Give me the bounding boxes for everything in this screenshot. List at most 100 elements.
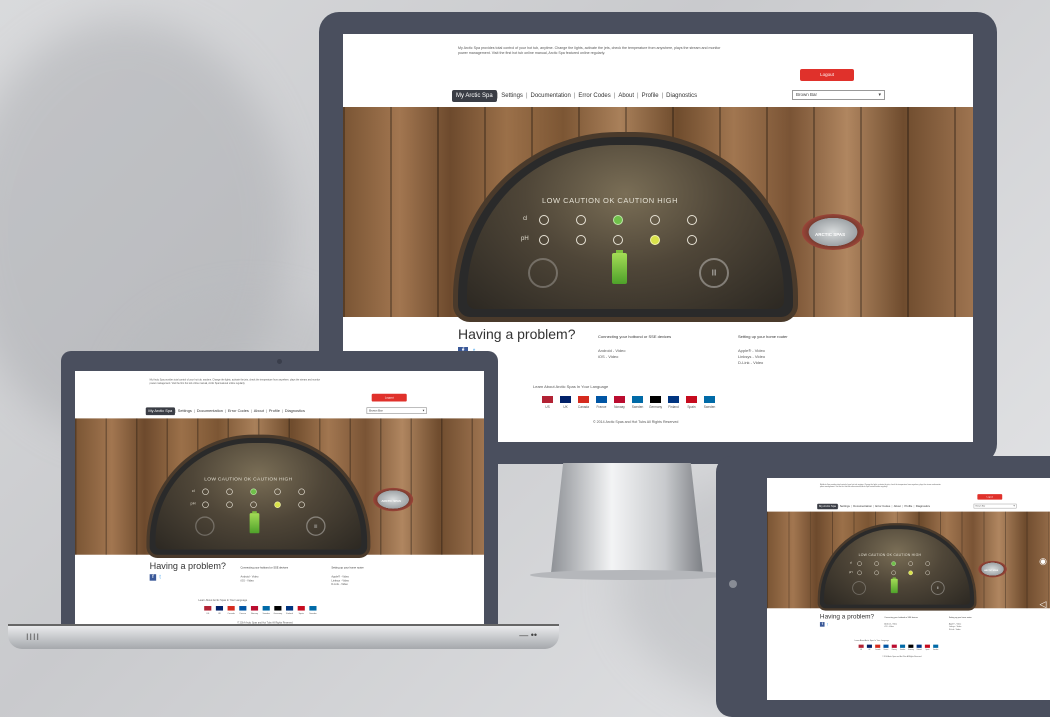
- language-flag[interactable]: France: [883, 644, 889, 651]
- help-link[interactable]: iOS - Video: [884, 625, 918, 628]
- temperature-gauge-icon[interactable]: [195, 516, 215, 536]
- nav-tab[interactable]: About: [252, 409, 266, 413]
- nav-tab[interactable]: Documentation: [195, 409, 225, 413]
- intro-text: My Arctic Spa provides total control of …: [149, 378, 321, 385]
- jets-gauge-icon[interactable]: |||: [306, 516, 326, 536]
- flag-icon: [924, 644, 930, 648]
- nav-tab[interactable]: Diagnostics: [283, 409, 307, 413]
- nav-tab[interactable]: Documentation: [528, 93, 574, 99]
- spa-select[interactable]: Brown Bar ▾: [366, 407, 427, 414]
- row-label-cl: cl: [191, 489, 195, 494]
- nav-tab[interactable]: My Arctic Spa: [817, 503, 838, 510]
- flag-label: US: [206, 611, 210, 615]
- nav-tab[interactable]: Error Codes: [226, 409, 251, 413]
- language-flag[interactable]: US: [858, 644, 864, 651]
- language-flag[interactable]: Finland: [667, 396, 680, 409]
- main-nav: My Arctic Spa | Settings | Documentation | Err…: [817, 503, 931, 510]
- language-flag[interactable]: France: [239, 606, 247, 614]
- row-label-ph: pH: [521, 236, 529, 242]
- twitter-icon[interactable]: t: [827, 622, 832, 627]
- home-button[interactable]: [729, 580, 737, 588]
- nav-tab[interactable]: Diagnostics: [663, 93, 700, 99]
- help-column-devices: Connecting your hotbond or SSE devices A…: [598, 334, 671, 360]
- help-link[interactable]: D-Link - Video: [331, 583, 363, 587]
- level-indicator: [650, 215, 660, 225]
- help-heading: Setting up your home router: [738, 334, 788, 339]
- language-flag[interactable]: Germany: [908, 644, 914, 651]
- language-flag[interactable]: Norway: [891, 644, 897, 651]
- language-flag[interactable]: US: [541, 396, 554, 409]
- language-flag[interactable]: Spain: [924, 644, 930, 651]
- logout-button[interactable]: Logout: [800, 69, 854, 81]
- language-flag[interactable]: Canada: [577, 396, 590, 409]
- flag-icon: [560, 396, 571, 403]
- language-flag[interactable]: Sweden: [703, 396, 716, 409]
- nav-tab[interactable]: My Arctic Spa: [452, 90, 497, 102]
- power-icon[interactable]: ◉: [1037, 540, 1049, 583]
- jets-gauge-icon[interactable]: |||: [699, 258, 729, 288]
- nav-tab[interactable]: Settings: [838, 505, 851, 508]
- language-flag[interactable]: UK: [559, 396, 572, 409]
- language-flag[interactable]: UK: [866, 644, 872, 651]
- row-label-ph: pH: [848, 570, 853, 574]
- nav-tab[interactable]: About: [615, 93, 637, 99]
- nav-tab[interactable]: Documentation: [852, 505, 873, 508]
- nav-tab[interactable]: Error Codes: [575, 93, 613, 99]
- language-flag[interactable]: Sweden: [933, 644, 939, 651]
- language-flag[interactable]: France: [595, 396, 608, 409]
- language-flag[interactable]: Finland: [285, 606, 294, 614]
- language-flag[interactable]: Sweden: [631, 396, 644, 409]
- level-indicator-active: [650, 235, 660, 245]
- language-flag[interactable]: Norway: [250, 606, 259, 614]
- language-flag[interactable]: Germany: [649, 396, 662, 409]
- nav-tab[interactable]: Settings: [176, 409, 194, 413]
- language-flag[interactable]: Canada: [875, 644, 881, 651]
- brand-text: ARCTIC SPAS: [984, 569, 999, 572]
- jets-gauge-icon[interactable]: |||: [930, 581, 945, 595]
- help-link[interactable]: iOS - Video: [598, 354, 671, 360]
- flag-label: Spain: [687, 405, 696, 409]
- nav-tab[interactable]: Settings: [498, 93, 526, 99]
- help-link[interactable]: D-Link - Video: [949, 628, 972, 631]
- monitor-stand-base: [530, 570, 730, 580]
- language-flag[interactable]: Canada: [227, 606, 235, 614]
- flag-icon: [614, 396, 625, 403]
- logout-button[interactable]: Logout: [371, 393, 407, 402]
- language-flag[interactable]: Sweden: [900, 644, 906, 651]
- level-indicator: [874, 561, 879, 566]
- temperature-gauge-icon[interactable]: [528, 258, 558, 288]
- help-link[interactable]: D-Link - Video: [738, 360, 788, 366]
- flag-icon: [858, 644, 864, 648]
- language-flag[interactable]: Spain: [297, 606, 305, 614]
- language-flag[interactable]: UK: [215, 606, 224, 614]
- temperature-gauge-icon[interactable]: [852, 581, 866, 595]
- language-flag[interactable]: Norway: [613, 396, 626, 409]
- nav-tab[interactable]: My Arctic Spa: [145, 407, 175, 416]
- nav-tab[interactable]: Profile: [639, 93, 662, 99]
- flag-label: Sweden: [309, 611, 317, 615]
- language-flag[interactable]: Finland: [916, 644, 922, 651]
- spa-select[interactable]: Brown Bar ▾: [792, 90, 885, 100]
- nav-tab[interactable]: Diagnostics: [914, 505, 931, 508]
- help-link[interactable]: iOS - Video: [241, 579, 288, 583]
- language-flag[interactable]: Spain: [685, 396, 698, 409]
- facebook-icon[interactable]: f: [819, 622, 825, 627]
- rotate-icon[interactable]: (: [1037, 626, 1049, 669]
- facebook-icon[interactable]: f: [149, 574, 157, 581]
- logout-button[interactable]: Logout: [977, 494, 1003, 500]
- language-flag[interactable]: US: [204, 606, 212, 614]
- level-indicator: [539, 235, 549, 245]
- spa-select[interactable]: Brown Bar ▾: [973, 503, 1017, 509]
- language-flag[interactable]: Sweden: [309, 606, 317, 614]
- language-flag[interactable]: Germany: [274, 606, 282, 614]
- nav-tab[interactable]: About: [892, 505, 902, 508]
- camera-icon: [277, 359, 282, 364]
- volume-icon[interactable]: ◁: [1037, 583, 1049, 626]
- help-column-router: Setting up your home router Apple® - Vid…: [949, 616, 972, 631]
- side-icon-stack: ◉ ◁ (: [1037, 540, 1049, 669]
- language-flag[interactable]: Sweden: [262, 606, 270, 614]
- nav-tab[interactable]: Error Codes: [874, 505, 892, 508]
- nav-tab[interactable]: Profile: [903, 505, 914, 508]
- twitter-icon[interactable]: t: [159, 574, 165, 580]
- nav-tab[interactable]: Profile: [267, 409, 282, 413]
